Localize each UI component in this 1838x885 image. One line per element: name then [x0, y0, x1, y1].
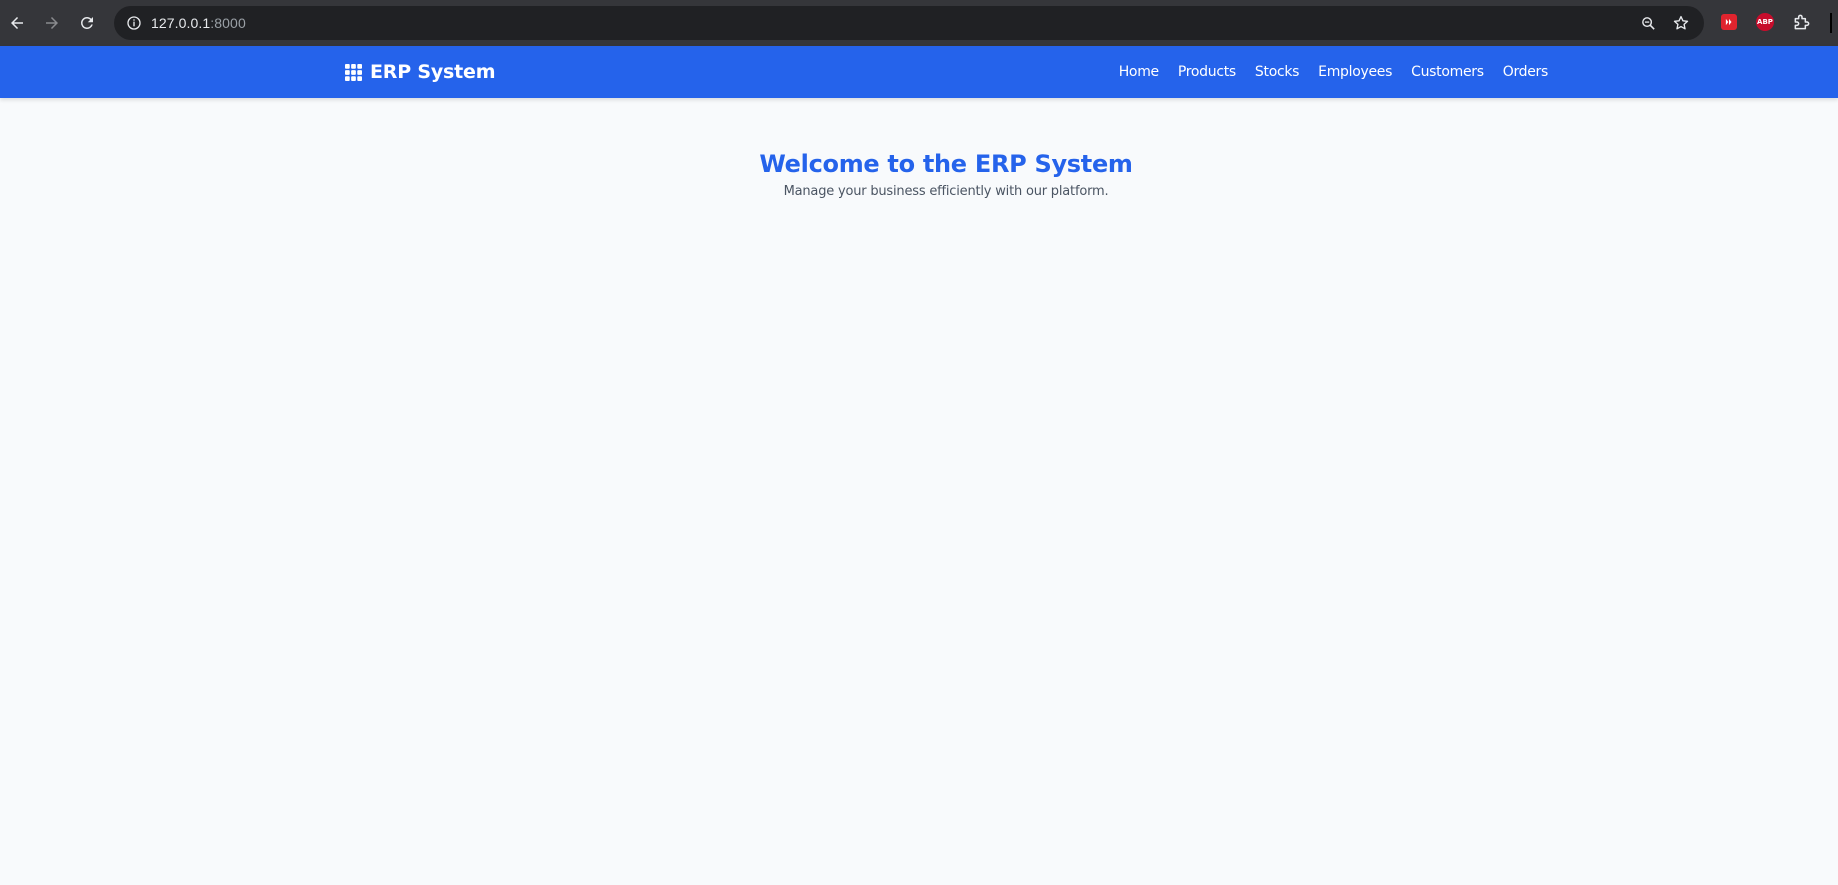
forward-button[interactable]	[37, 8, 67, 38]
red-square-extension-icon[interactable]	[1718, 11, 1740, 33]
nav-link-home[interactable]: Home	[1119, 64, 1159, 80]
reload-icon	[80, 16, 93, 29]
nav-links: Home Products Stocks Employees Customers…	[1119, 46, 1549, 98]
browser-toolbar: 127.0.0.1:8000 ABP	[0, 0, 1838, 46]
address-bar[interactable]: 127.0.0.1:8000	[114, 6, 1704, 40]
grid-icon	[345, 63, 362, 81]
arrow-right-icon	[46, 17, 58, 29]
nav-link-customers[interactable]: Customers	[1411, 64, 1484, 80]
url-port: :8000	[210, 15, 246, 31]
puzzle-icon[interactable]	[1791, 11, 1813, 33]
arrow-left-icon	[11, 17, 23, 29]
nav-link-employees[interactable]: Employees	[1318, 64, 1392, 80]
toolbar-edge	[1830, 13, 1832, 33]
brand[interactable]: ERP System	[345, 46, 495, 98]
url-text[interactable]: 127.0.0.1:8000	[151, 15, 246, 31]
page-subtitle: Manage your business efficiently with ou…	[783, 184, 1109, 199]
app-navbar: ERP System Home Products Stocks Employee…	[0, 46, 1838, 98]
url-host: 127.0.0.1	[151, 15, 211, 31]
back-button[interactable]	[2, 8, 32, 38]
nav-link-products[interactable]: Products	[1178, 64, 1236, 80]
brand-name: ERP System	[370, 61, 496, 83]
hero-section: Welcome to the ERP System Manage your bu…	[0, 148, 1838, 199]
nav-link-orders[interactable]: Orders	[1503, 64, 1549, 80]
bookmark-star-icon[interactable]	[1669, 11, 1693, 35]
reload-button[interactable]	[72, 8, 102, 38]
page-title: Welcome to the ERP System	[759, 150, 1133, 178]
nav-link-stocks[interactable]: Stocks	[1255, 64, 1300, 80]
abp-icon[interactable]: ABP	[1754, 11, 1776, 33]
site-info-icon[interactable]	[122, 11, 146, 35]
zoom-icon[interactable]	[1636, 11, 1660, 35]
